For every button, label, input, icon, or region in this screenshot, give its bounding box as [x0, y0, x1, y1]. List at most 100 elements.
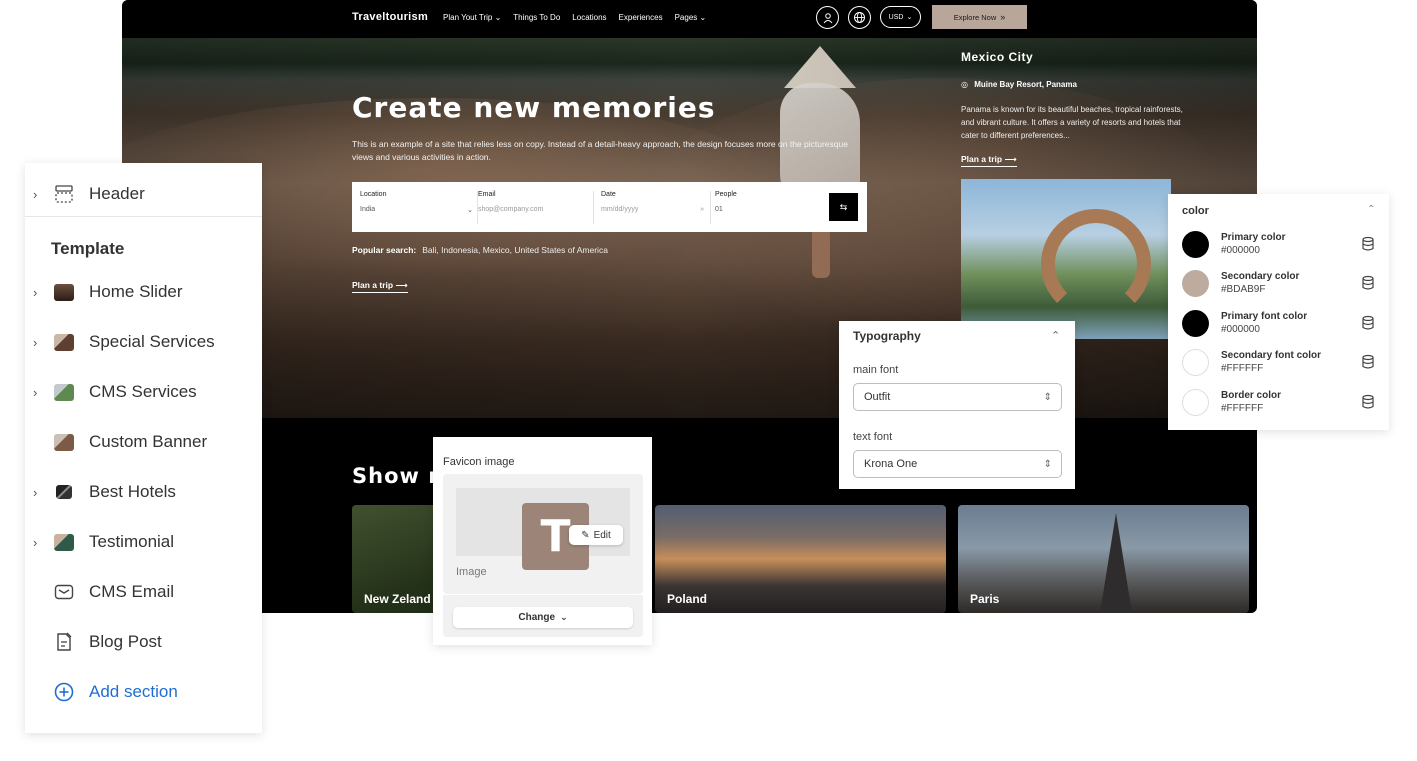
chevron-right-icon[interactable]: ›	[33, 187, 37, 202]
currency-select[interactable]: USD ⌄	[880, 6, 921, 28]
popular-values[interactable]: Bali, Indonesia, Mexico, United States o…	[422, 245, 608, 255]
database-icon[interactable]	[1361, 236, 1375, 252]
color-panel: color ⌃ Primary color #000000 Secondary …	[1168, 194, 1389, 430]
color-swatch[interactable]	[1182, 389, 1209, 416]
chevrons-down-icon: »	[700, 206, 704, 213]
section-label: Special Services	[89, 332, 215, 351]
chevron-right-icon[interactable]: ›	[33, 485, 37, 500]
chevron-up-icon[interactable]: ⌃	[1051, 329, 1060, 342]
favicon-panel: Favicon image T ✎ Edit Image Change ⌄	[433, 437, 652, 645]
special-services-thumbnail-icon	[54, 333, 74, 351]
color-row-primary-font[interactable]: Primary font color #000000	[1168, 308, 1389, 340]
chevron-right-icon[interactable]: ›	[33, 535, 37, 550]
section-best-hotels[interactable]: › Best Hotels	[25, 477, 262, 507]
trip-search-bar: Location India ⌄ Email shop@company.com D…	[352, 182, 867, 232]
section-header[interactable]: › Header	[25, 179, 262, 209]
color-name: Border color	[1221, 390, 1282, 401]
section-label: Testimonial	[89, 532, 175, 551]
template-heading: Template	[51, 239, 125, 258]
destination-card[interactable]: Poland	[655, 505, 946, 613]
nav-things-to-do[interactable]: Things To Do	[513, 13, 560, 22]
section-cms-services[interactable]: › CMS Services	[25, 377, 262, 407]
color-row-secondary-font[interactable]: Secondary font color #FFFFFF	[1168, 347, 1389, 379]
hero-plan-trip-link[interactable]: Plan a trip ⟶	[352, 280, 408, 293]
color-swatch[interactable]	[1182, 349, 1209, 376]
destination-card[interactable]: Paris	[958, 505, 1249, 613]
database-icon[interactable]	[1361, 354, 1375, 370]
search-submit-button[interactable]: ⇆	[829, 193, 858, 221]
favicon-footer: Change ⌄	[443, 595, 643, 637]
section-label: CMS Services	[89, 382, 197, 401]
database-icon[interactable]	[1361, 394, 1375, 410]
chevron-up-icon[interactable]: ⌃	[1367, 204, 1375, 215]
chevrons-right-icon: »	[1000, 12, 1006, 22]
brand-logo[interactable]: Traveltourism	[352, 11, 428, 23]
section-custom-banner[interactable]: Custom Banner	[25, 427, 262, 457]
section-cms-email[interactable]: CMS Email	[25, 577, 262, 607]
destination-name: New Zeland	[364, 592, 431, 606]
site-preview: Traveltourism Plan Yout Trip ⌄ Things To…	[122, 0, 1257, 613]
explore-now-button[interactable]: Explore Now »	[932, 5, 1027, 29]
text-font-select[interactable]: Krona One ⇕	[853, 450, 1062, 478]
date-placeholder: mm/dd/yyyy»	[601, 206, 704, 213]
location-value: India ⌄	[360, 206, 473, 214]
color-swatch[interactable]	[1182, 270, 1209, 297]
popular-search: Popular search: Bali, Indonesia, Mexico, …	[352, 245, 608, 255]
section-special-services[interactable]: › Special Services	[25, 327, 262, 357]
nav-experiences[interactable]: Experiences	[619, 13, 663, 22]
change-label: Change	[518, 612, 556, 623]
nav-locations[interactable]: Locations	[572, 13, 606, 22]
color-row-primary[interactable]: Primary color #000000	[1168, 229, 1389, 261]
chevron-right-icon[interactable]: ›	[33, 385, 37, 400]
main-font-label: main font	[853, 364, 899, 376]
account-button[interactable]	[816, 6, 839, 29]
color-swatch[interactable]	[1182, 231, 1209, 258]
plus-circle-icon	[53, 682, 75, 702]
text-font-label: text font	[853, 431, 893, 443]
hero-description: This is an example of a site that relies…	[352, 139, 848, 162]
chevron-down-icon: ⌄	[560, 612, 568, 622]
date-field[interactable]: Date mm/dd/yyyy»	[593, 191, 711, 224]
section-label: Home Slider	[89, 282, 183, 301]
location-label: Location	[360, 191, 387, 198]
favicon-change-button[interactable]: Change ⌄	[453, 607, 633, 628]
color-value: #FFFFFF	[1221, 363, 1264, 374]
people-field[interactable]: People 01	[707, 191, 817, 224]
section-home-slider[interactable]: › Home Slider	[25, 277, 262, 307]
destination-name: Paris	[970, 592, 1000, 606]
color-row-border[interactable]: Border color #FFFFFF	[1168, 387, 1389, 419]
language-button[interactable]	[848, 6, 871, 29]
currency-value: USD	[888, 13, 904, 21]
add-section-label: Add section	[89, 682, 178, 701]
color-row-secondary[interactable]: Secondary color #BDAB9F	[1168, 268, 1389, 300]
home-slider-thumbnail-icon	[54, 283, 74, 301]
section-testimonial[interactable]: › Testimonial	[25, 527, 262, 557]
favicon-edit-button[interactable]: ✎ Edit	[569, 525, 623, 545]
nav-pages[interactable]: Pages ⌄	[675, 13, 707, 22]
database-icon[interactable]	[1361, 275, 1375, 291]
color-value: #000000	[1221, 245, 1260, 256]
email-field[interactable]: Email shop@company.com	[470, 191, 594, 224]
feature-plan-trip-link[interactable]: Plan a trip ⟶	[961, 154, 1017, 167]
updown-chevron-icon: ⇕	[1043, 391, 1052, 403]
top-navigation: Traveltourism Plan Yout Trip ⌄ Things To…	[122, 0, 1257, 38]
color-value: #000000	[1221, 324, 1260, 335]
people-value: 01	[715, 206, 723, 213]
add-section-button[interactable]: Add section	[25, 677, 262, 707]
eiffel-tower-image	[1100, 513, 1132, 613]
email-placeholder: shop@company.com	[478, 206, 544, 213]
color-swatch[interactable]	[1182, 310, 1209, 337]
database-icon[interactable]	[1361, 315, 1375, 331]
header-layout-icon	[53, 184, 75, 204]
swap-icon: ⇆	[839, 201, 848, 212]
chevron-right-icon[interactable]: ›	[33, 335, 37, 350]
main-font-select[interactable]: Outfit ⇕	[853, 383, 1062, 411]
template-sections-panel: › Header Template › Home Slider › Specia…	[25, 163, 262, 733]
chevron-right-icon[interactable]: ›	[33, 285, 37, 300]
mail-icon	[53, 582, 75, 602]
feature-title: Mexico City	[961, 50, 1034, 64]
location-field[interactable]: Location India ⌄	[352, 191, 478, 224]
section-blog-post[interactable]: Blog Post	[25, 627, 262, 657]
section-label: Custom Banner	[89, 432, 208, 451]
nav-plan-trip[interactable]: Plan Yout Trip ⌄	[443, 13, 501, 22]
